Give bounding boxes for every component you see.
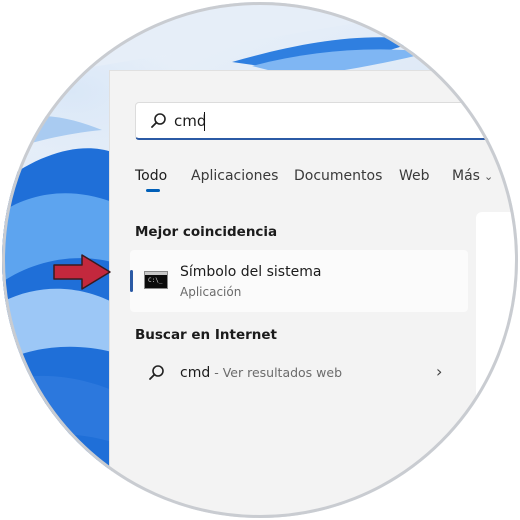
internet-search-heading: Buscar en Internet (135, 327, 277, 343)
tab-mas-label: Más (452, 168, 480, 184)
preview-pane (476, 212, 518, 518)
tab-documentos[interactable]: Documentos (294, 168, 382, 184)
search-icon (149, 365, 164, 380)
tab-web[interactable]: Web (399, 168, 430, 184)
active-tab-indicator (146, 189, 160, 192)
web-search-result[interactable]: cmd - Ver resultados web › (130, 358, 468, 390)
tab-aplicaciones[interactable]: Aplicaciones (191, 168, 278, 184)
best-match-item[interactable]: C:\_ Símbolo del sistema Aplicación (130, 250, 468, 312)
pointer-arrow-icon (53, 254, 111, 290)
search-icon (151, 113, 166, 128)
text-caret (204, 112, 205, 131)
search-input[interactable]: cmd (174, 112, 206, 130)
chevron-down-icon: ⌄ (483, 170, 494, 183)
best-match-subtitle: Aplicación (180, 285, 242, 299)
web-search-query: cmd (180, 365, 211, 381)
selection-indicator (130, 270, 133, 292)
web-search-text: cmd - Ver resultados web (180, 365, 342, 381)
web-search-hint: - Ver resultados web (210, 365, 343, 380)
best-match-heading: Mejor coincidencia (135, 224, 278, 240)
filter-tabs: Todo Aplicaciones Documentos Web Más ⌄ (2, 168, 518, 198)
best-match-title: Símbolo del sistema (180, 264, 322, 280)
tab-mas[interactable]: Más ⌄ (452, 168, 493, 184)
command-prompt-icon: C:\_ (144, 271, 168, 289)
search-box[interactable]: cmd (135, 102, 518, 140)
chevron-right-icon[interactable]: › (436, 362, 442, 381)
zoom-circle: cmd Todo Aplicaciones Documentos Web Más… (2, 2, 518, 518)
tab-todo[interactable]: Todo (135, 168, 167, 184)
